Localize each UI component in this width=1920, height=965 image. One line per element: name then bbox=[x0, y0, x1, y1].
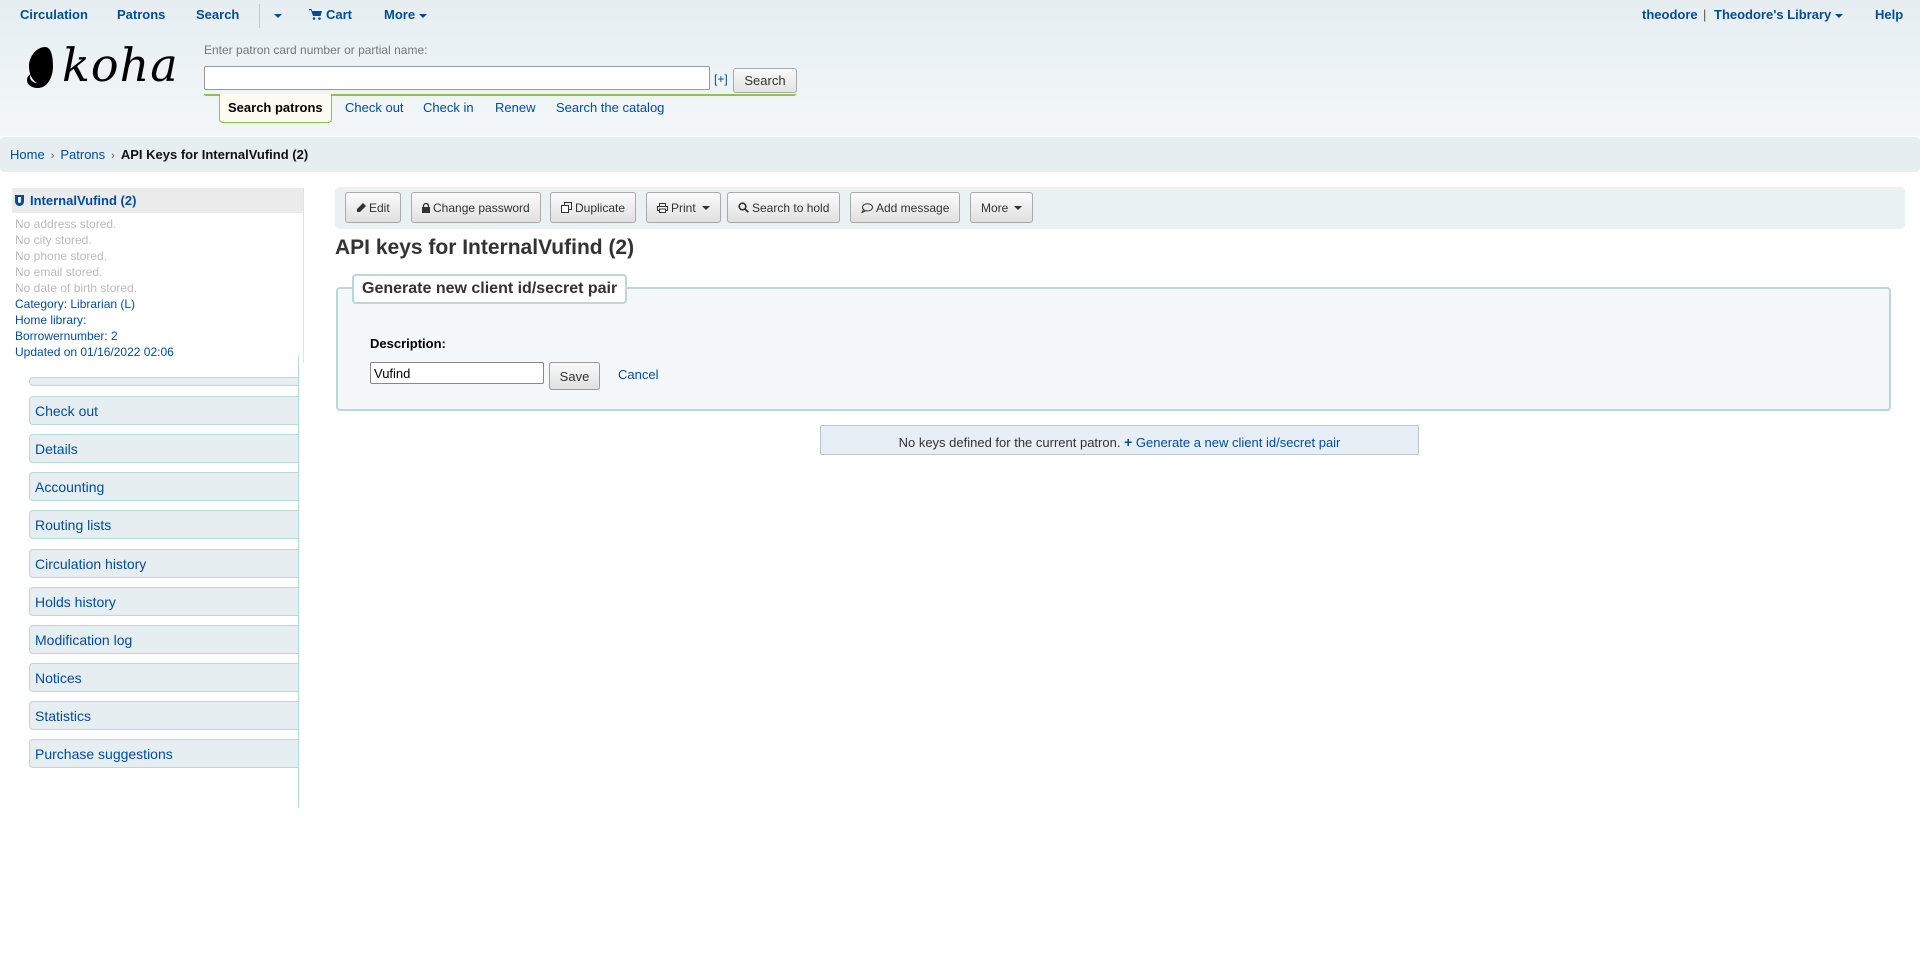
edit-label: Edit bbox=[369, 200, 390, 215]
patron-search-input[interactable] bbox=[204, 66, 710, 90]
edit-button[interactable]: Edit bbox=[345, 192, 401, 223]
caret-down-icon bbox=[701, 205, 710, 210]
breadcrumb-home[interactable]: Home bbox=[10, 147, 45, 162]
description-input[interactable] bbox=[370, 362, 544, 384]
no-keys-message: No keys defined for the current patron. … bbox=[820, 425, 1419, 455]
search-icon bbox=[738, 202, 749, 213]
nav-more-label: More bbox=[384, 7, 416, 22]
shield-icon bbox=[15, 195, 24, 206]
cancel-link[interactable]: Cancel bbox=[618, 367, 658, 382]
patron-name-header: InternalVufind (2) bbox=[12, 188, 303, 213]
add-message-button[interactable]: Add message bbox=[850, 192, 961, 223]
nav-more[interactable]: More bbox=[384, 7, 428, 22]
breadcrumb-separator: › bbox=[50, 150, 55, 162]
sidenav-empty-item bbox=[29, 377, 298, 386]
pencil-icon bbox=[357, 202, 366, 212]
duplicate-label: Duplicate bbox=[575, 200, 626, 215]
library-name: Theodore's Library bbox=[1714, 7, 1832, 22]
nav-cart[interactable]: Cart bbox=[309, 7, 352, 22]
generate-key-label: Generate a new client id/secret pair bbox=[1135, 435, 1341, 450]
print-button[interactable]: Print bbox=[646, 192, 721, 223]
nav-search[interactable]: Search bbox=[196, 7, 239, 22]
top-navigation: Circulation Patrons Search Cart More the… bbox=[0, 0, 1920, 30]
sidenav-check-out[interactable]: Check out bbox=[29, 396, 298, 425]
description-label: Description: bbox=[370, 336, 446, 351]
nav-divider bbox=[259, 4, 260, 28]
change-password-label: Change password bbox=[433, 200, 530, 215]
patron-search-button[interactable]: Search bbox=[733, 68, 797, 93]
patron-search-label: Enter patron card number or partial name… bbox=[204, 43, 428, 57]
koha-logo-icon bbox=[27, 47, 53, 88]
breadcrumb-patrons[interactable]: Patrons bbox=[60, 147, 105, 162]
page-title: API keys for InternalVufind (2) bbox=[335, 236, 635, 259]
breadcrumb-current: API Keys for InternalVufind (2) bbox=[120, 147, 309, 162]
comment-icon bbox=[861, 202, 873, 213]
koha-logo-text: koha bbox=[62, 38, 179, 92]
print-label: Print bbox=[671, 200, 696, 215]
sidenav-holds-history[interactable]: Holds history bbox=[29, 587, 298, 616]
header: Circulation Patrons Search Cart More the… bbox=[0, 0, 1920, 136]
form-legend: Generate new client id/secret pair bbox=[352, 274, 628, 304]
nav-patrons[interactable]: Patrons bbox=[117, 7, 165, 22]
generate-key-form: Generate new client id/secret pair Descr… bbox=[336, 274, 1891, 411]
duplicate-button[interactable]: Duplicate bbox=[550, 192, 637, 223]
add-message-label: Add message bbox=[876, 200, 950, 215]
save-button[interactable]: Save bbox=[549, 362, 600, 390]
tab-search-catalog[interactable]: Search the catalog bbox=[556, 100, 664, 115]
change-password-button[interactable]: Change password bbox=[411, 192, 541, 223]
sidenav-accounting[interactable]: Accounting bbox=[29, 472, 298, 501]
advanced-search-toggle[interactable]: [+] bbox=[714, 72, 728, 86]
library-selector[interactable]: Theodore's Library bbox=[1714, 7, 1844, 22]
help-link[interactable]: Help bbox=[1875, 7, 1903, 22]
search-to-hold-label: Search to hold bbox=[752, 200, 830, 215]
koha-logo[interactable]: koha bbox=[22, 38, 178, 92]
lock-icon bbox=[422, 202, 430, 213]
patron-dob: No date of birth stored. bbox=[15, 281, 138, 295]
nav-cart-label: Cart bbox=[326, 7, 353, 22]
cart-icon bbox=[309, 9, 322, 20]
patron-city: No city stored. bbox=[15, 233, 92, 247]
caret-down-icon bbox=[274, 13, 282, 18]
sidenav-statistics[interactable]: Statistics bbox=[29, 701, 298, 730]
patron-side-navigation: Check out Details Accounting Routing lis… bbox=[29, 356, 299, 808]
sidenav-modification-log[interactable]: Modification log bbox=[29, 625, 298, 654]
breadcrumb-separator: › bbox=[111, 150, 115, 162]
patron-info-panel: InternalVufind (2) No address stored. No… bbox=[12, 188, 304, 363]
sidenav-purchase-suggestions[interactable]: Purchase suggestions bbox=[29, 739, 298, 768]
patron-toolbar: Edit Change password Duplicate Print Sea… bbox=[335, 187, 1905, 229]
sidenav-circulation-history[interactable]: Circulation history bbox=[29, 549, 298, 578]
sidenav-details[interactable]: Details bbox=[29, 434, 298, 463]
patron-address: No address stored. bbox=[15, 217, 117, 231]
patron-borrowernumber: Borrowernumber: 2 bbox=[15, 329, 118, 343]
patron-name-link[interactable]: InternalVufind (2) bbox=[30, 193, 136, 208]
patron-category: Category: Librarian (L) bbox=[15, 297, 136, 311]
tab-check-out[interactable]: Check out bbox=[345, 100, 404, 115]
caret-down-icon bbox=[419, 13, 428, 18]
nav-search-dropdown[interactable] bbox=[270, 7, 282, 22]
print-icon bbox=[657, 202, 668, 213]
tab-renew[interactable]: Renew bbox=[495, 100, 535, 115]
user-separator: | bbox=[1703, 7, 1707, 22]
generate-key-link[interactable]: + Generate a new client id/secret pair bbox=[1124, 434, 1341, 450]
breadcrumb: Home › Patrons › API Keys for InternalVufind… bbox=[0, 137, 1920, 172]
caret-down-icon bbox=[1014, 205, 1023, 210]
nav-circulation[interactable]: Circulation bbox=[20, 7, 88, 22]
more-button[interactable]: More bbox=[970, 192, 1034, 223]
plus-icon: + bbox=[1124, 434, 1133, 450]
more-label: More bbox=[981, 200, 1009, 215]
no-keys-text: No keys defined for the current patron. bbox=[898, 435, 1121, 450]
search-to-hold-button[interactable]: Search to hold bbox=[727, 192, 841, 223]
caret-down-icon bbox=[1835, 13, 1844, 18]
patron-home-library: Home library: bbox=[15, 313, 87, 327]
sidenav-routing-lists[interactable]: Routing lists bbox=[29, 510, 298, 539]
patron-phone: No phone stored. bbox=[15, 249, 108, 263]
logged-in-user[interactable]: theodore bbox=[1642, 7, 1698, 22]
tab-check-in[interactable]: Check in bbox=[423, 100, 474, 115]
tab-search-patrons[interactable]: Search patrons bbox=[219, 94, 332, 123]
copy-icon bbox=[561, 202, 572, 213]
patron-email: No email stored. bbox=[15, 265, 103, 279]
sidenav-notices[interactable]: Notices bbox=[29, 663, 298, 692]
